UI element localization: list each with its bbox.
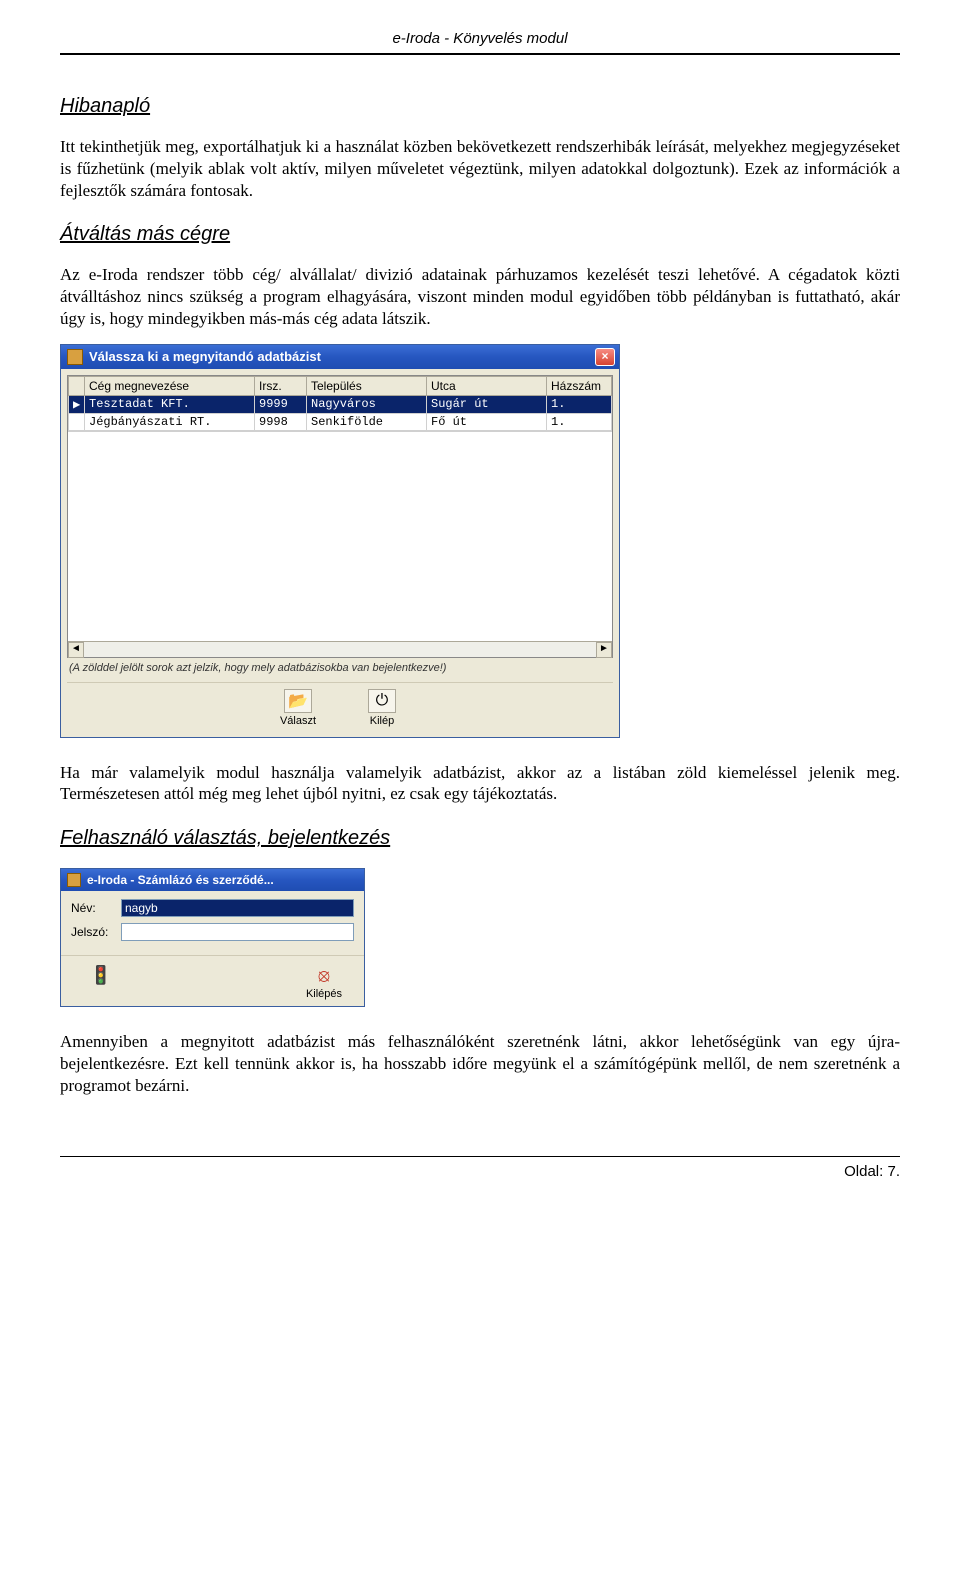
col-marker	[69, 376, 85, 395]
cell-zip: 9998	[255, 413, 307, 430]
exit-button-label: Kilép	[347, 715, 417, 727]
scroll-track[interactable]	[84, 642, 596, 657]
app-icon	[67, 873, 81, 887]
page-header-title: e-Iroda - Könyvelés modul	[60, 30, 900, 47]
para-atvaltas-1: Az e-Iroda rendszer több cég/ alvállalat…	[60, 264, 900, 329]
app-icon	[67, 349, 83, 365]
cell-zip: 9999	[255, 395, 307, 413]
cell-num: 1.	[547, 395, 612, 413]
heading-felhasznalo: Felhasználó választás, bejelentkezés	[60, 827, 900, 850]
scroll-right-icon[interactable]: ►	[596, 642, 612, 658]
cell-city: Nagyváros	[307, 395, 427, 413]
heading-atvaltas: Átváltás más cégre	[60, 223, 900, 246]
scroll-left-icon[interactable]: ◄	[68, 642, 84, 658]
login-dialog-title: e-Iroda - Számlázó és szerződé...	[87, 873, 360, 887]
login-exit-button[interactable]: ⦻ Kilépés	[294, 964, 354, 1000]
table-row[interactable]: Jégbányászati RT. 9998 Senkifölde Fő út …	[69, 413, 612, 430]
horizontal-scrollbar[interactable]: ◄ ►	[68, 641, 612, 657]
table-row[interactable]: ▶ Tesztadat KFT. 9999 Nagyváros Sugár út…	[69, 395, 612, 413]
col-housenum[interactable]: Házszám	[547, 376, 612, 395]
login-ok-button[interactable]: 🚦	[71, 964, 131, 1000]
db-dialog-titlebar: Válassza ki a megnyitandó adatbázist ×	[61, 345, 619, 369]
login-exit-label: Kilépés	[294, 988, 354, 1000]
para-atvaltas-2: Ha már valamelyik modul használja valame…	[60, 762, 900, 806]
cell-company: Tesztadat KFT.	[85, 395, 255, 413]
db-note-text: (A zölddel jelölt sorok azt jelzik, hogy…	[67, 658, 613, 682]
login-dialog: e-Iroda - Számlázó és szerződé... Név: J…	[60, 868, 365, 1007]
cell-street: Fő út	[427, 413, 547, 430]
col-street[interactable]: Utca	[427, 376, 547, 395]
name-label: Név:	[71, 901, 121, 915]
exit-button[interactable]: ⏻ Kilép	[347, 689, 417, 727]
cell-street: Sugár út	[427, 395, 547, 413]
db-dialog-title: Válassza ki a megnyitandó adatbázist	[89, 349, 595, 364]
select-button[interactable]: 📂 Választ	[263, 689, 333, 727]
page-footer: Oldal: 7.	[60, 1156, 900, 1180]
db-grid[interactable]: Cég megnevezése Irsz. Település Utca Ház…	[67, 375, 613, 658]
close-icon[interactable]: ×	[595, 348, 615, 366]
grid-empty-area	[68, 431, 612, 641]
cell-num: 1.	[547, 413, 612, 430]
stop-icon: ⦻	[294, 964, 354, 986]
header-divider	[60, 53, 900, 55]
password-label: Jelszó:	[71, 925, 121, 939]
password-input[interactable]	[121, 923, 354, 941]
select-button-label: Választ	[263, 715, 333, 727]
folder-open-icon: 📂	[284, 689, 312, 713]
col-company[interactable]: Cég megnevezése	[85, 376, 255, 395]
para-hibanaplo: Itt tekinthetjük meg, exportálhatjuk ki …	[60, 136, 900, 201]
exit-icon: ⏻	[368, 689, 396, 713]
login-titlebar: e-Iroda - Számlázó és szerződé...	[61, 869, 364, 891]
row-marker-icon	[69, 413, 85, 430]
row-marker-icon: ▶	[69, 395, 85, 413]
table-header-row: Cég megnevezése Irsz. Település Utca Ház…	[69, 376, 612, 395]
col-zip[interactable]: Irsz.	[255, 376, 307, 395]
db-picker-dialog: Válassza ki a megnyitandó adatbázist × C…	[60, 344, 620, 738]
traffic-light-icon: 🚦	[71, 964, 131, 986]
heading-hibanaplo: Hibanapló	[60, 95, 900, 118]
para-felhasznalo: Amennyiben a megnyitott adatbázist más f…	[60, 1031, 900, 1096]
cell-city: Senkifölde	[307, 413, 427, 430]
cell-company: Jégbányászati RT.	[85, 413, 255, 430]
name-input[interactable]	[121, 899, 354, 917]
col-city[interactable]: Település	[307, 376, 427, 395]
